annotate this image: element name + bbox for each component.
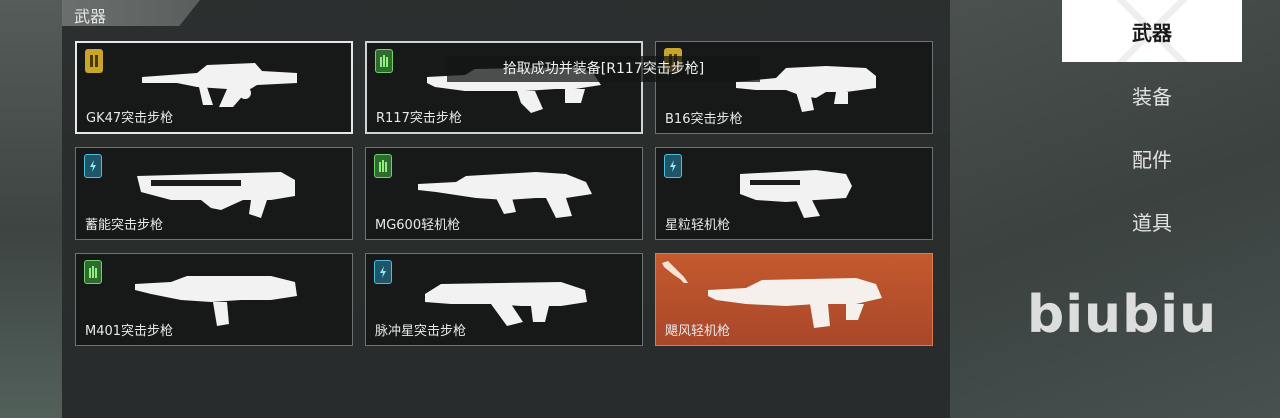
tab-label: 道具 bbox=[1132, 210, 1172, 235]
tab-weapons[interactable]: 武器 bbox=[1062, 0, 1242, 62]
weapon-name: 飓风轻机枪 bbox=[665, 324, 731, 339]
charge-rifle-icon bbox=[137, 172, 295, 218]
star-lmg-icon bbox=[740, 170, 852, 218]
weapon-card-mg600[interactable]: MG600轻机枪 bbox=[365, 147, 643, 240]
tab-equipment[interactable]: 装备 bbox=[1062, 64, 1242, 126]
weapon-name: 脉冲星突击步枪 bbox=[375, 324, 467, 339]
weapon-name: B16突击步枪 bbox=[665, 112, 743, 127]
watermark-logo: biubiu bbox=[1027, 285, 1218, 345]
energy-icon bbox=[84, 154, 102, 178]
weapon-name: R117突击步枪 bbox=[376, 111, 462, 126]
weapon-name: MG600轻机枪 bbox=[375, 218, 461, 233]
tab-attachments[interactable]: 配件 bbox=[1062, 127, 1242, 189]
ammo-icon bbox=[374, 154, 392, 178]
pickup-notification: 拾取成功并装备[R117突击步枪] bbox=[447, 56, 760, 82]
weapon-card-b16[interactable]: B16突击步枪 bbox=[655, 41, 933, 134]
weapon-card-hurricane-lmg[interactable]: 飓风轻机枪 bbox=[655, 253, 933, 346]
magazine-icon bbox=[85, 49, 103, 73]
ammo-icon bbox=[375, 49, 393, 73]
tab-items[interactable]: 道具 bbox=[1062, 190, 1242, 252]
tab-label: 配件 bbox=[1132, 147, 1172, 172]
section-header: 武器 bbox=[62, 0, 200, 26]
weapon-name: 星粒轻机枪 bbox=[665, 218, 731, 233]
hurricane-lmg-icon bbox=[708, 278, 882, 328]
weapon-card-pulsar[interactable]: 脉冲星突击步枪 bbox=[365, 253, 643, 346]
weapon-card-r117[interactable]: R117突击步枪 bbox=[365, 41, 643, 134]
tab-label: 装备 bbox=[1132, 84, 1172, 109]
weapon-card-charge-rifle[interactable]: 蓄能突击步枪 bbox=[75, 147, 353, 240]
background-left bbox=[0, 0, 62, 418]
weapon-name: GK47突击步枪 bbox=[86, 111, 174, 126]
energy-icon bbox=[374, 260, 392, 284]
weapon-card-gk47[interactable]: GK47突击步枪 bbox=[75, 41, 353, 134]
weapon-name: 蓄能突击步枪 bbox=[85, 218, 164, 233]
weapon-card-star-lmg[interactable]: 星粒轻机枪 bbox=[655, 147, 933, 240]
weapon-name: M401突击步枪 bbox=[85, 324, 174, 339]
section-title: 武器 bbox=[74, 7, 107, 26]
tab-label: 武器 bbox=[1132, 20, 1172, 45]
ammo-icon bbox=[84, 260, 102, 284]
energy-icon bbox=[664, 154, 682, 178]
weapon-card-m401[interactable]: M401突击步枪 bbox=[75, 253, 353, 346]
rifle-icon bbox=[662, 261, 688, 283]
